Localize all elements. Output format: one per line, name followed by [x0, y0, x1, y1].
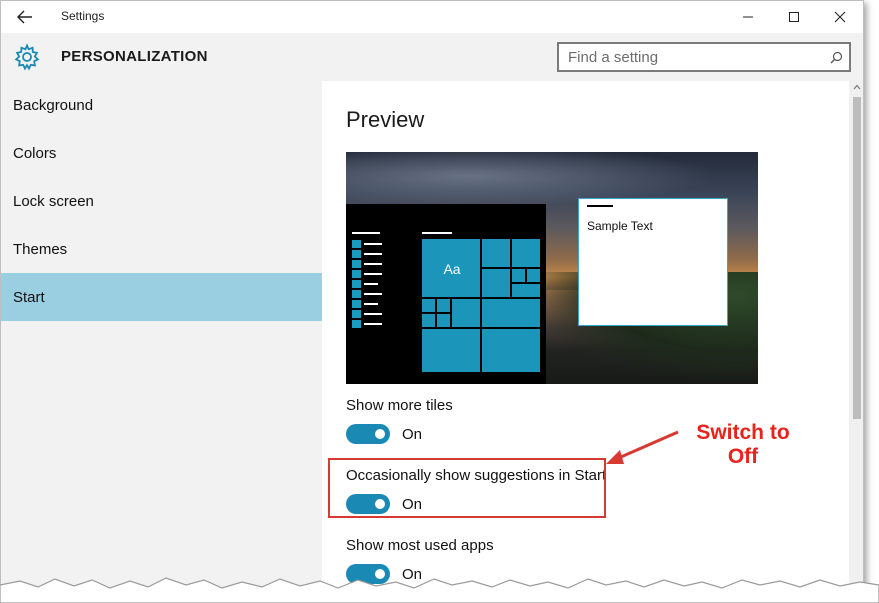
- preview-tile: [511, 238, 541, 268]
- torn-edge-decoration: [0, 577, 879, 603]
- preview-tile-grid: Aa: [421, 238, 541, 373]
- preview-tile-label: Aa: [443, 261, 461, 277]
- show-most-used-label: Show most used apps: [346, 537, 494, 554]
- preview-app-entry: [352, 300, 378, 308]
- preview-tile: [481, 238, 511, 268]
- preview-app-entry: [352, 260, 382, 268]
- sidebar-item-label: Start: [13, 288, 45, 306]
- preview-app-entry: [352, 310, 382, 318]
- sidebar-item-background[interactable]: Background: [1, 81, 322, 129]
- scrollbar[interactable]: [849, 81, 863, 595]
- back-button[interactable]: [9, 5, 41, 29]
- search-placeholder[interactable]: Find a setting: [559, 49, 823, 66]
- preview-tile: Aa: [421, 238, 481, 298]
- window-title: Settings: [61, 9, 105, 23]
- preview-start-menu: Aa: [346, 204, 546, 384]
- preview-tile: [436, 298, 451, 313]
- sidebar-item-label: Colors: [13, 144, 57, 162]
- preview-sample-window: Sample Text: [578, 198, 728, 326]
- search-icon: [830, 51, 842, 63]
- preview-tile: [421, 298, 436, 313]
- annotation-line-1: Switch to: [696, 421, 790, 444]
- minimize-button[interactable]: [725, 1, 771, 33]
- sidebar: Background Colors Lock screen Themes Sta…: [1, 81, 322, 595]
- preview-app-entry: [352, 290, 382, 298]
- preview-heading: Preview: [346, 107, 425, 132]
- show-more-tiles-state: On: [402, 426, 423, 443]
- back-arrow-icon: [17, 10, 32, 24]
- preview-tile: [526, 268, 541, 283]
- settings-header: PERSONALIZATION Find a setting: [1, 33, 863, 81]
- preview-tile: [481, 298, 541, 328]
- main-content: Preview Aa Sample Text Show more tiles O…: [322, 81, 849, 595]
- show-more-tiles-label: Show more tiles: [346, 397, 453, 414]
- close-button[interactable]: [817, 1, 863, 33]
- preview-tile: [436, 313, 451, 328]
- sidebar-item-start[interactable]: Start: [1, 273, 322, 321]
- maximize-button[interactable]: [771, 1, 817, 33]
- scroll-up-arrow-icon[interactable]: [853, 84, 861, 90]
- search-button[interactable]: [823, 44, 849, 70]
- search-input[interactable]: Find a setting: [557, 42, 851, 72]
- sidebar-item-label: Lock screen: [13, 192, 94, 210]
- annotation-line-2: Off: [727, 445, 759, 468]
- preview-app-entry: [352, 320, 382, 328]
- show-more-tiles-toggle[interactable]: [346, 424, 390, 444]
- close-icon: [834, 11, 846, 23]
- page-title: PERSONALIZATION: [61, 48, 208, 65]
- preview-tile: [421, 328, 481, 373]
- gear-icon: [14, 43, 40, 71]
- preview-tile: [421, 313, 436, 328]
- start-preview: Aa Sample Text: [346, 152, 758, 384]
- preview-app-entry: [352, 270, 382, 278]
- scrollbar-thumb[interactable]: [853, 97, 861, 419]
- preview-sample-title-bar: [587, 205, 613, 207]
- minimize-icon: [743, 16, 753, 18]
- sidebar-item-themes[interactable]: Themes: [1, 225, 322, 273]
- preview-tile-header-bar: [422, 232, 452, 234]
- sidebar-item-lock-screen[interactable]: Lock screen: [1, 177, 322, 225]
- preview-tile: [511, 283, 541, 298]
- toggle-knob: [375, 429, 385, 439]
- sidebar-item-colors[interactable]: Colors: [1, 129, 322, 177]
- preview-app-entry: [352, 250, 382, 258]
- preview-tile: [511, 268, 526, 283]
- preview-app-entry: [352, 240, 382, 248]
- preview-app-entry: [352, 280, 378, 288]
- preview-tile: [481, 268, 511, 298]
- suggestions-highlight-box: [328, 458, 606, 518]
- title-bar: Settings: [1, 1, 863, 33]
- annotation-callout: Switch to Off: [668, 421, 818, 469]
- sidebar-item-label: Themes: [13, 240, 68, 258]
- preview-tile: [481, 328, 541, 373]
- preview-sample-text: Sample Text: [587, 219, 653, 233]
- sidebar-item-label: Background: [13, 96, 94, 114]
- maximize-icon: [789, 12, 799, 22]
- preview-menu-bar: [352, 232, 380, 234]
- preview-tile: [451, 298, 481, 328]
